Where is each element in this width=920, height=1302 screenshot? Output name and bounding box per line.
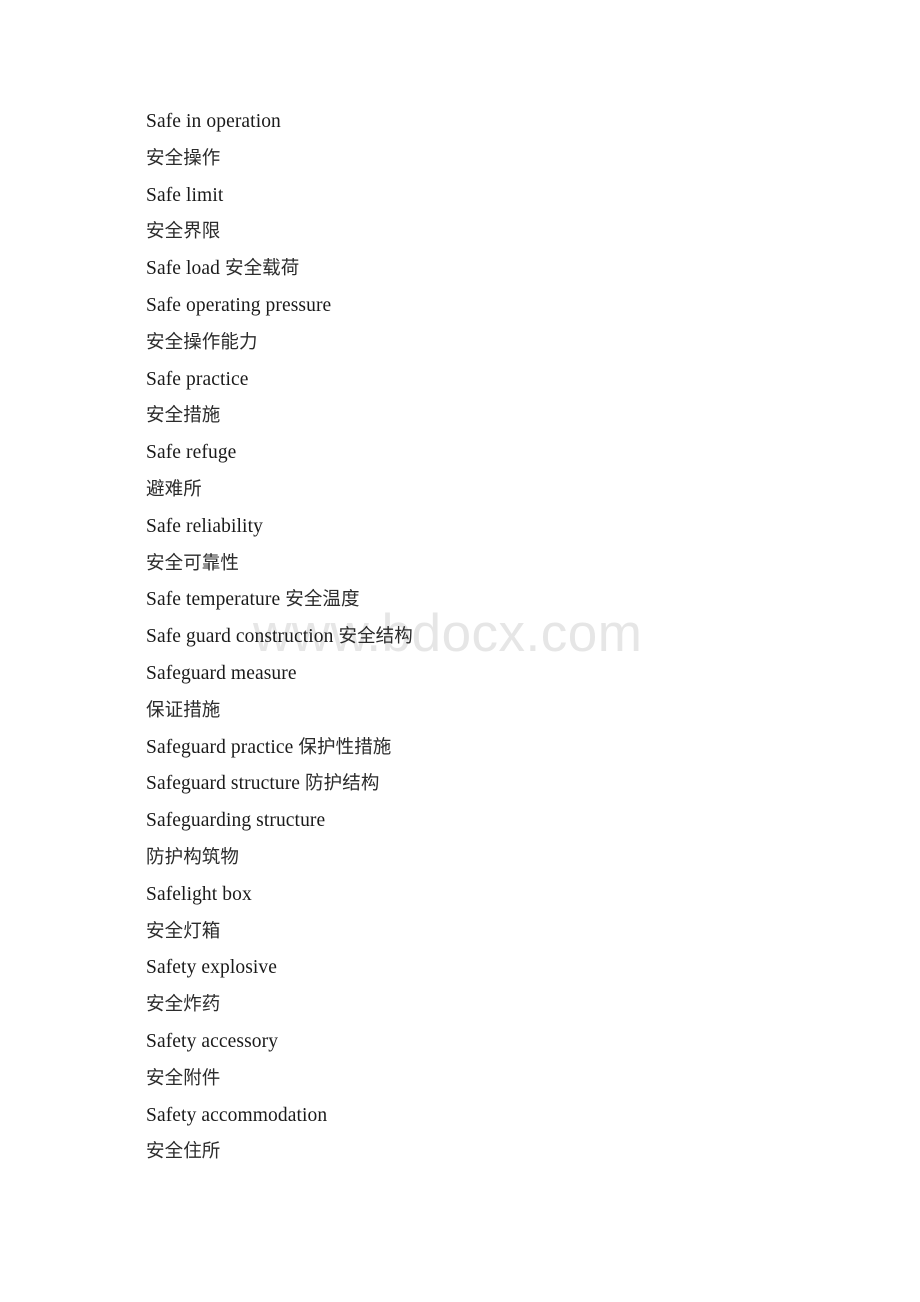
glossary-entry: 安全措施 <box>146 398 860 435</box>
entry-term-en: Safeguarding structure <box>146 810 326 832</box>
glossary-entry: Safe reliability <box>146 509 860 546</box>
glossary-entry: Safe practice <box>146 362 860 399</box>
entry-term-en: Safe temperature <box>146 589 281 611</box>
glossary-entry: 安全可靠性 <box>146 546 860 583</box>
glossary-entry: Safe guard construction 安全结构 <box>146 619 860 656</box>
entry-term-zh: 安全灯箱 <box>146 920 221 942</box>
entry-term-en: Safety accessory <box>146 1030 279 1052</box>
entry-term-zh: 安全操作能力 <box>146 331 258 353</box>
entry-term-en: Safe limit <box>146 184 224 206</box>
glossary-entry: 安全操作能力 <box>146 325 860 362</box>
glossary-entry: Safe limit <box>146 178 860 215</box>
entry-term-en: Safe guard construction <box>146 626 334 648</box>
entry-term-zh: 安全住所 <box>146 1141 221 1163</box>
glossary-entry: Safe temperature 安全温度 <box>146 582 860 619</box>
glossary-entry: Safety explosive <box>146 950 860 987</box>
glossary-entry: Safeguarding structure <box>146 803 860 840</box>
entry-term-en: Safety explosive <box>146 957 278 979</box>
glossary-entry: 避难所 <box>146 472 860 509</box>
entry-term-en: Safe practice <box>146 368 249 390</box>
entry-term-zh: 安全附件 <box>146 1067 221 1089</box>
entry-term-zh: 防护结构 <box>305 773 380 795</box>
glossary-entry: Safe operating pressure <box>146 288 860 325</box>
glossary-entry: Safeguard practice 保护性措施 <box>146 730 860 767</box>
glossary-entry: Safety accommodation <box>146 1098 860 1135</box>
glossary-entry: 安全炸药 <box>146 987 860 1024</box>
entry-term-en: Safe operating pressure <box>146 294 332 316</box>
glossary-entry: 安全住所 <box>146 1134 860 1171</box>
glossary-entry: 保证措施 <box>146 693 860 730</box>
glossary-entry: Safeguard structure 防护结构 <box>146 766 860 803</box>
entry-term-en: Safe in operation <box>146 111 281 132</box>
entry-term-en: Safeguard practice <box>146 736 294 758</box>
glossary-entry: 安全操作 <box>146 141 860 178</box>
entry-term-en: Safety accommodation <box>146 1104 328 1126</box>
entry-term-zh: 安全结构 <box>338 626 413 648</box>
entry-term-en: Safeguard measure <box>146 662 297 684</box>
entry-term-zh: 保护性措施 <box>298 736 392 758</box>
entry-term-en: Safelight box <box>146 883 252 905</box>
entry-term-en: Safe load <box>146 258 220 280</box>
glossary-entry: 防护构筑物 <box>146 840 860 877</box>
entry-term-zh: 安全温度 <box>285 589 360 611</box>
glossary-entry: 安全界限 <box>146 214 860 251</box>
entry-term-zh: 安全可靠性 <box>146 552 240 574</box>
entry-term-zh: 安全措施 <box>146 405 221 427</box>
glossary-entry: Safeguard measure <box>146 656 860 693</box>
entry-term-en: Safeguard structure <box>146 773 301 795</box>
entry-term-zh: 安全界限 <box>146 221 221 243</box>
glossary-entry: Safety accessory <box>146 1024 860 1061</box>
entry-term-zh: 安全炸药 <box>146 994 221 1016</box>
glossary-entry: Safe load 安全载荷 <box>146 251 860 288</box>
glossary-entry: Safelight box <box>146 877 860 914</box>
entry-term-zh: 保证措施 <box>146 699 221 721</box>
entry-term-zh: 防护构筑物 <box>146 846 240 868</box>
glossary-entry: 安全附件 <box>146 1061 860 1098</box>
entry-term-en: Safe refuge <box>146 442 237 464</box>
glossary-entry: Safe in operation <box>146 104 860 141</box>
entry-term-zh: 安全操作 <box>146 147 221 169</box>
entry-term-en: Safe reliability <box>146 515 263 537</box>
entry-term-zh: 安全载荷 <box>224 258 300 280</box>
entry-term-zh: 避难所 <box>146 478 202 500</box>
glossary-body: Safe in operation 安全操作 Safe limit 安全界限 Safe … <box>146 104 860 1171</box>
glossary-entry: Safe refuge <box>146 435 860 472</box>
document-page: www.bdocx.com Safe in operation 安全操作 Safe … <box>0 0 920 1302</box>
glossary-entry: 安全灯箱 <box>146 914 860 951</box>
